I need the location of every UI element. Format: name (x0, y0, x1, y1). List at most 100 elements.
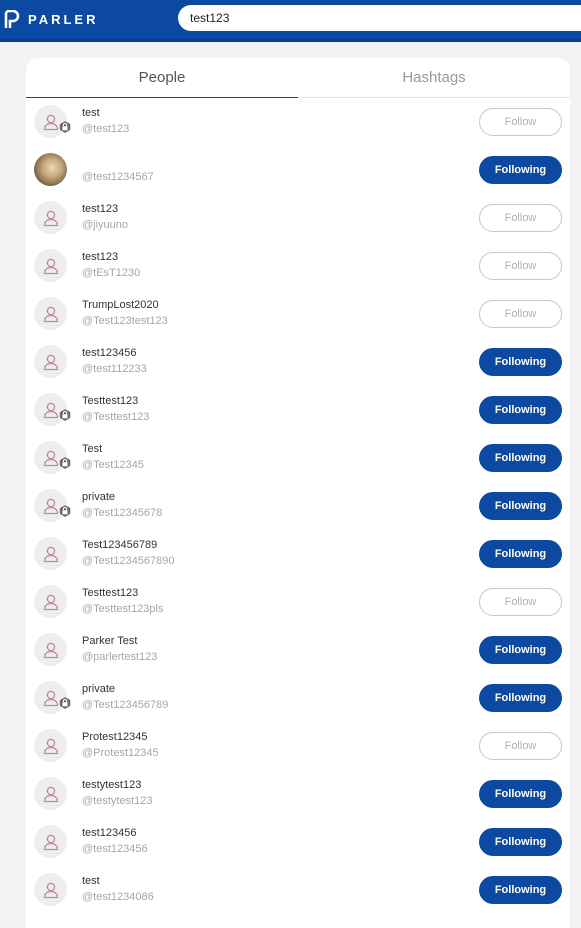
user-display-name[interactable]: Parker Test (82, 635, 137, 647)
tab-hashtags[interactable]: Hashtags (298, 58, 570, 97)
user-handle[interactable]: @Testtest123pls (82, 603, 164, 615)
following-button[interactable]: Following (479, 444, 562, 472)
user-handle[interactable]: @test123 (82, 123, 129, 135)
default-user-icon (43, 450, 58, 466)
avatar[interactable] (34, 729, 67, 762)
user-handle[interactable]: @Test123456789 (82, 699, 168, 711)
user-handle[interactable]: @Test123test123 (82, 315, 168, 327)
user-handle[interactable]: @test1234567 (82, 171, 154, 183)
avatar[interactable] (34, 201, 67, 234)
user-handle[interactable]: @Protest12345 (82, 747, 159, 759)
private-lock-icon (58, 119, 72, 135)
avatar[interactable] (34, 825, 67, 858)
list-item[interactable]: Testtest123 @Testtest123 Following (26, 386, 570, 434)
following-button[interactable]: Following (479, 156, 562, 184)
default-user-icon (43, 594, 58, 610)
list-item[interactable]: Protest12345 @Protest12345 Follow (26, 722, 570, 770)
avatar[interactable] (34, 873, 67, 906)
default-user-icon (43, 786, 58, 802)
avatar[interactable] (34, 345, 67, 378)
follow-button[interactable]: Follow (479, 732, 562, 760)
user-handle[interactable]: @Test12345 (82, 459, 144, 471)
list-item[interactable]: test123456 @test112233 Following (26, 338, 570, 386)
results-tabs: People Hashtags (26, 58, 570, 98)
avatar[interactable] (34, 537, 67, 570)
user-handle[interactable]: @parlertest123 (82, 651, 157, 663)
following-button[interactable]: Following (479, 348, 562, 376)
list-item[interactable]: private @Test123456789 Following (26, 674, 570, 722)
following-button[interactable]: Following (479, 780, 562, 808)
parler-logo[interactable]: PARLER (4, 10, 98, 28)
avatar[interactable] (34, 153, 67, 186)
list-item[interactable]: test @test1234086 Following (26, 866, 570, 914)
user-display-name[interactable]: Test (82, 443, 102, 455)
private-lock-icon (58, 503, 72, 519)
following-button[interactable]: Following (479, 492, 562, 520)
default-user-icon (43, 354, 58, 370)
user-handle[interactable]: @test123456 (82, 843, 148, 855)
search-input[interactable] (178, 5, 581, 31)
list-item[interactable]: @test1234567 Following (26, 146, 570, 194)
top-bar: PARLER (0, 0, 581, 42)
user-display-name[interactable]: TrumpLost2020 (82, 299, 159, 311)
user-display-name[interactable]: test123456 (82, 347, 136, 359)
default-user-icon (43, 546, 58, 562)
user-display-name[interactable]: Testtest123 (82, 395, 138, 407)
list-item[interactable]: Parker Test @parlertest123 Following (26, 626, 570, 674)
following-button[interactable]: Following (479, 396, 562, 424)
user-display-name[interactable]: test (82, 107, 100, 119)
user-display-name[interactable]: test123456 (82, 827, 136, 839)
follow-button[interactable]: Follow (479, 252, 562, 280)
follow-button[interactable]: Follow (479, 300, 562, 328)
user-handle[interactable]: @jiyuuno (82, 219, 128, 231)
default-user-icon (43, 306, 58, 322)
follow-button[interactable]: Follow (479, 588, 562, 616)
following-button[interactable]: Following (479, 876, 562, 904)
user-handle[interactable]: @test1234086 (82, 891, 154, 903)
list-item[interactable]: Test123456789 @Test1234567890 Following (26, 530, 570, 578)
user-handle[interactable]: @Test1234567890 (82, 555, 175, 567)
list-item[interactable]: private @Test12345678 Following (26, 482, 570, 530)
default-user-icon (43, 210, 58, 226)
user-handle[interactable]: @test112233 (82, 363, 147, 375)
default-user-icon (43, 834, 58, 850)
avatar[interactable] (34, 585, 67, 618)
avatar[interactable] (34, 297, 67, 330)
avatar[interactable] (34, 777, 67, 810)
follow-button[interactable]: Follow (479, 108, 562, 136)
user-display-name[interactable]: Protest12345 (82, 731, 147, 743)
following-button[interactable]: Following (479, 684, 562, 712)
user-handle[interactable]: @Testtest123 (82, 411, 149, 423)
default-user-icon (43, 690, 58, 706)
people-list: test @test123 Follow @test1234567 Following t… (26, 98, 570, 914)
private-lock-icon (58, 695, 72, 711)
follow-button[interactable]: Follow (479, 204, 562, 232)
user-display-name[interactable]: testytest123 (82, 779, 141, 791)
user-display-name[interactable]: Testtest123 (82, 587, 138, 599)
user-display-name[interactable]: private (82, 491, 115, 503)
following-button[interactable]: Following (479, 636, 562, 664)
user-display-name[interactable]: test (82, 875, 100, 887)
following-button[interactable]: Following (479, 540, 562, 568)
user-display-name[interactable]: test123 (82, 251, 118, 263)
list-item[interactable]: test123 @tEsT1230 Follow (26, 242, 570, 290)
list-item[interactable]: test123 @jiyuuno Follow (26, 194, 570, 242)
avatar[interactable] (34, 249, 67, 282)
default-user-icon (43, 642, 58, 658)
user-handle[interactable]: @tEsT1230 (82, 267, 140, 279)
list-item[interactable]: test @test123 Follow (26, 98, 570, 146)
default-user-icon (43, 738, 58, 754)
list-item[interactable]: Test @Test12345 Following (26, 434, 570, 482)
user-display-name[interactable]: Test123456789 (82, 539, 157, 551)
list-item[interactable]: testytest123 @testytest123 Following (26, 770, 570, 818)
list-item[interactable]: Testtest123 @Testtest123pls Follow (26, 578, 570, 626)
user-display-name[interactable]: test123 (82, 203, 118, 215)
user-handle[interactable]: @testytest123 (82, 795, 152, 807)
user-handle[interactable]: @Test12345678 (82, 507, 162, 519)
list-item[interactable]: TrumpLost2020 @Test123test123 Follow (26, 290, 570, 338)
user-display-name[interactable]: private (82, 683, 115, 695)
following-button[interactable]: Following (479, 828, 562, 856)
avatar[interactable] (34, 633, 67, 666)
tab-people[interactable]: People (26, 58, 298, 98)
list-item[interactable]: test123456 @test123456 Following (26, 818, 570, 866)
